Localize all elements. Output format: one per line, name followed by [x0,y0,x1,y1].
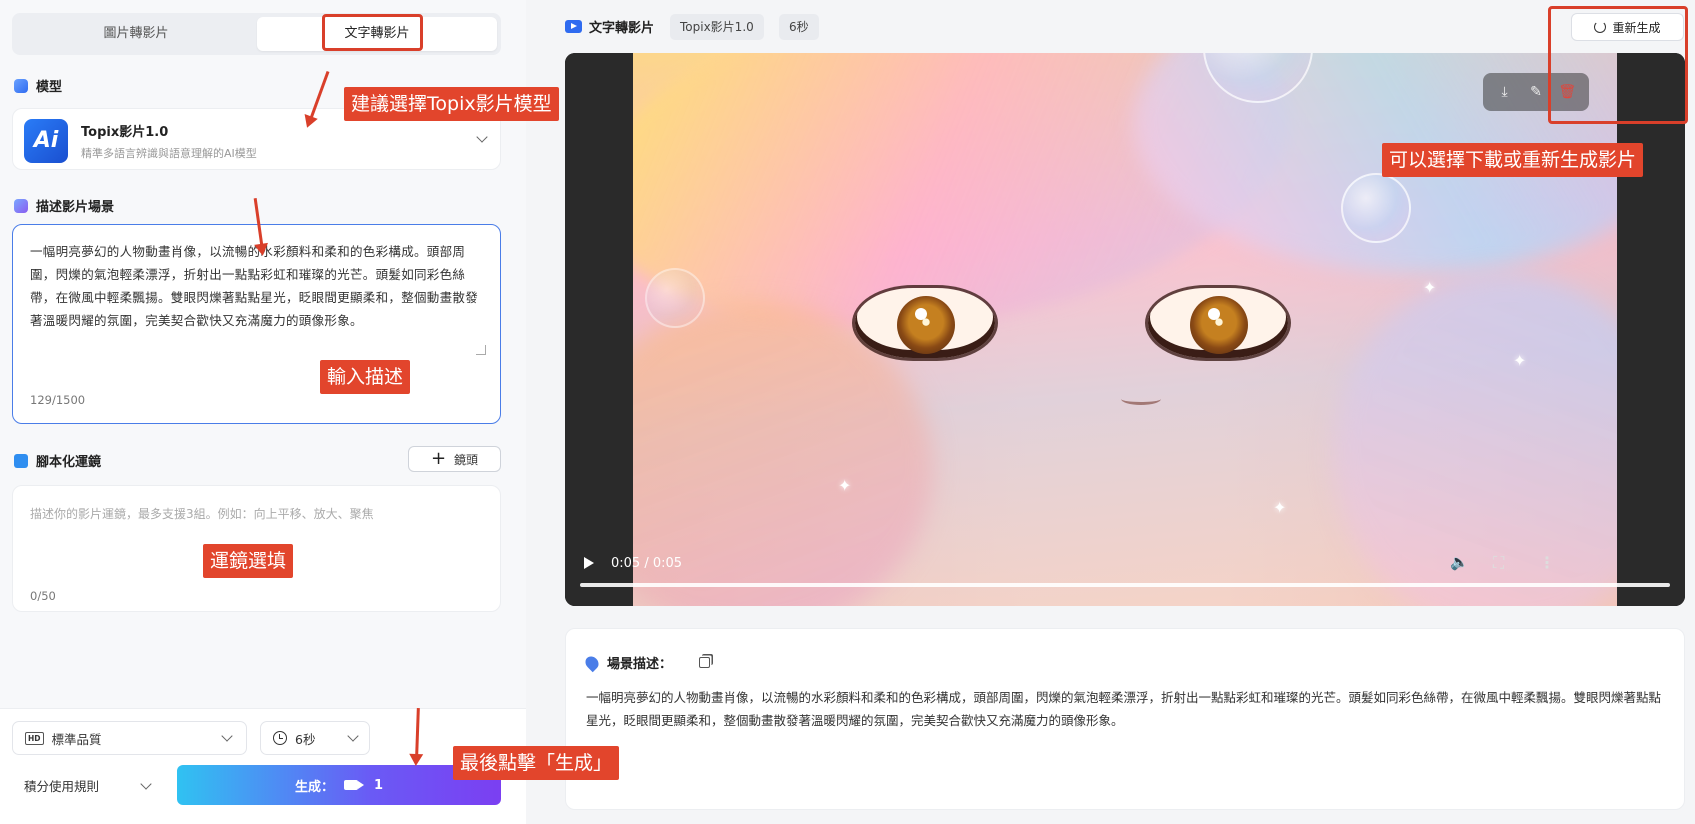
nose [1121,393,1161,405]
model-desc: 精準多語言辨識與語意理解的AI模型 [81,147,257,160]
bubble [645,268,705,328]
scene-char-count: 129/1500 [30,393,86,407]
mode-tabs: 圖片轉影片 文字轉影片 [12,13,501,55]
model-section-label: 模型 [14,76,62,95]
annotation-generate: 最後點擊「生成」 [453,746,620,780]
bubble [1341,173,1411,243]
video-icon [565,20,582,33]
model-chip: Topix影片1.0 [670,14,764,40]
scene-description-panel: 場景描述： 一幅明亮夢幻的人物動畫肖像，以流暢的水彩顏料和柔和的色彩構成，頭部周… [565,628,1685,810]
location-pin-icon [582,653,602,672]
quality-select[interactable]: HD 標準品質 [12,721,247,755]
tab-image-to-video[interactable]: 圖片轉影片 [16,17,256,51]
add-lens-button[interactable]: + 鏡頭 [408,446,501,472]
annotation-desc: 輸入描述 [320,360,411,394]
result-title: 文字轉影片 [565,17,654,36]
video-frame: ✦ ✦ ✦ ✦ [633,53,1617,606]
video-time: 0:05 / 0:05 [611,556,683,571]
ai-logo: Ai [24,119,68,163]
resize-handle-icon[interactable] [476,345,486,355]
copy-icon[interactable] [699,657,711,668]
left-eye [855,288,995,358]
annotation-download: 可以選擇下載或重新生成影片 [1382,143,1644,177]
left-panel: 圖片轉影片 文字轉影片 模型 Ai Topix影片1.0 精準多語言辨識與語意理… [0,0,526,824]
annotation-model: 建議選擇Topix影片模型 [344,87,559,121]
sparkle: ✦ [1273,498,1287,517]
scene-description-header: 場景描述： [582,653,711,672]
credit-rules-link[interactable]: 積分使用規則 [24,776,99,795]
highlight-tools [1548,6,1688,124]
more-icon[interactable]: ⋮ [1539,553,1555,572]
edit-doc-icon [14,198,28,213]
sparkle: ✦ [1513,351,1527,370]
download-icon[interactable]: ⤓ [1495,84,1515,100]
hd-icon: HD [25,731,44,745]
scene-section-label: 描述影片場景 [14,196,114,215]
shot-placeholder: 描述你的影片運鏡，最多支援3組。例如：向上平移、放大、聚焦 [30,507,374,521]
video-progress[interactable] [580,583,1670,587]
plus-icon: + [430,448,447,469]
chevron-down-icon [221,730,233,742]
right-eye [1148,288,1288,358]
camera-icon [14,453,28,468]
video-camera-icon [343,780,364,790]
cube-icon [14,78,28,93]
model-name: Topix影片1.0 [81,125,169,140]
shot-section-label: 腳本化運鏡 [14,451,101,470]
highlight-text-to-video-tab [322,14,423,51]
annotation-shot: 運鏡選填 [203,544,294,578]
chevron-down-icon [476,131,488,143]
chevron-down-icon [347,730,359,742]
duration-chip: 6秒 [779,14,819,40]
shot-char-count: 0/50 [30,589,56,603]
fullscreen-icon[interactable]: ⛶ [1493,553,1504,573]
sparkle: ✦ [1423,278,1437,297]
sparkle: ✦ [838,476,852,495]
video-player[interactable]: ✦ ✦ ✦ ✦ [565,53,1685,606]
clock-icon [273,731,287,745]
play-icon[interactable] [584,557,594,569]
scene-description-text: 一幅明亮夢幻的人物動畫肖像，以流暢的水彩顏料和柔和的色彩構成，頭部周圍，閃爍的氣… [586,690,1662,728]
duration-select[interactable]: 6秒 [260,721,370,755]
video-controls: 0:05 / 0:05 🔈 ⛶ ⋮ [565,545,1685,595]
volume-icon[interactable]: 🔈 [1450,553,1469,571]
edit-icon[interactable]: ✎ [1526,84,1546,100]
